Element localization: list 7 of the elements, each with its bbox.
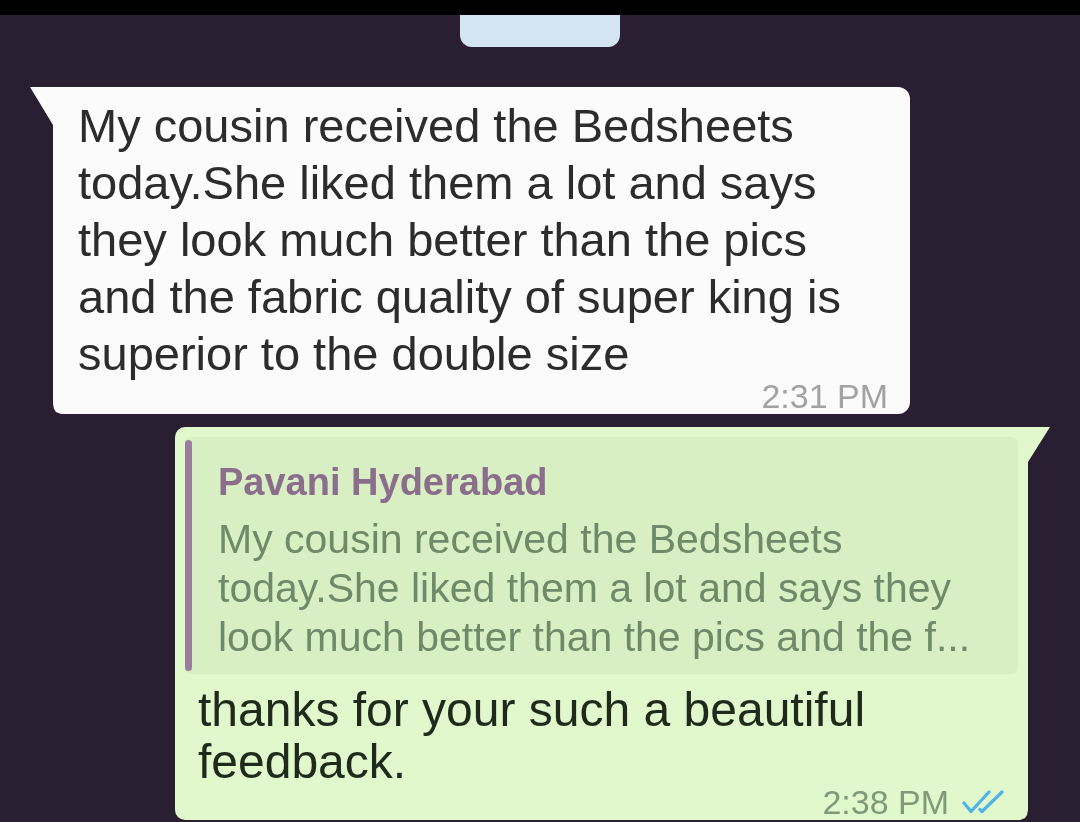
quote-text: My cousin received the Bedsheets today.She liked them a lot and says they look much better than the pics and the f...: [218, 515, 972, 662]
message-time: 2:31 PM: [761, 383, 888, 409]
quote-author: Pavani Hyderabad: [218, 460, 549, 504]
message-text: thanks for your such a beautiful feedback.: [198, 684, 867, 788]
quoted-message[interactable]: Pavani Hyderabad My cousin received the Bedsheets today.She liked them a lot and says they look much better than the pics and the f...: [185, 437, 1018, 674]
message-text: My cousin received the Bedsheets today.She liked them a lot and says they look much better than the pics and the fabric quality of super king is superior to the double size: [78, 98, 842, 382]
message-time: 2:38 PM: [822, 789, 949, 815]
